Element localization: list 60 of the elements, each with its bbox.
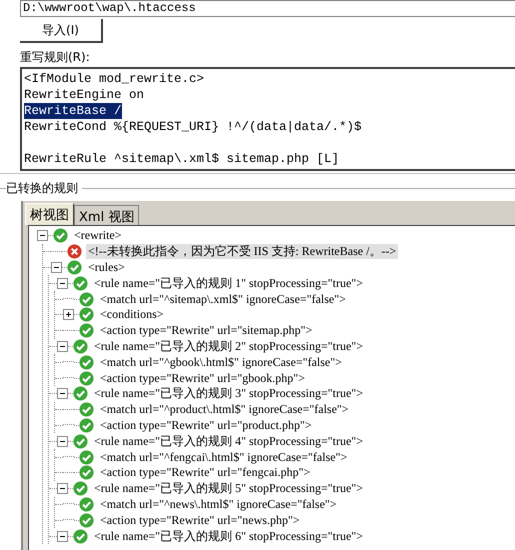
tree-node[interactable]: <match url="^fengcai\.html$" ignoreCase="false">	[98, 450, 350, 465]
tree-node[interactable]: <rule name="已导入的规则 2" stopProcessing="true">	[92, 338, 365, 354]
tree-node[interactable]: <rule name="已导入的规则 5" stopProcessing="true">	[92, 481, 365, 496]
tree-node[interactable]: <action type="Rewrite" url="fengcai.php">	[98, 465, 312, 480]
field-label: 重写规则(R):	[20, 49, 91, 65]
code-line: <IfModule mod_rewrite.c>	[24, 71, 204, 87]
tree-node[interactable]: <rules>	[86, 260, 127, 275]
tree-node[interactable]: <match url="^gbook\.html$" ignoreCase="false">	[98, 354, 344, 370]
collapse-toggle[interactable]	[37, 230, 48, 242]
tree-node[interactable]: <rule name="已导入的规则 3" stopProcessing="true">	[92, 386, 365, 402]
tree-node[interactable]: <conditions>	[98, 307, 166, 322]
tree-node[interactable]: <rule name="已导入的规则 6" stopProcessing="true">	[92, 528, 365, 544]
check-icon	[79, 418, 94, 433]
check-icon	[53, 228, 68, 244]
check-icon	[79, 370, 94, 386]
code-line: RewriteCond %{REQUEST_URI} !^/(data|data/.*)$	[24, 119, 362, 135]
check-icon	[79, 450, 94, 465]
tree-node[interactable]: <!--未转换此指令，因为它不受 IIS 支持: RewriteBase /。-->	[86, 244, 398, 260]
import-button[interactable]: 导入(I)	[20, 19, 103, 43]
collapse-toggle[interactable]	[57, 483, 68, 494]
rules-text-area[interactable]: <IfModule mod_rewrite.c> RewriteEngine on RewriteBase / RewriteCond %{REQUEST_URI} !^/(data|data/.*)$ RewriteRule ^sitemap\.xml$ sitemap.php [L]	[20, 67, 515, 171]
tab[interactable]: 树视图	[25, 203, 74, 225]
collapse-toggle[interactable]	[57, 388, 68, 400]
check-icon	[67, 260, 82, 275]
tree-node[interactable]: <action type="Rewrite" url="sitemap.php">	[98, 323, 314, 338]
check-icon	[73, 481, 88, 496]
check-icon	[79, 354, 94, 370]
expand-toggle[interactable]	[63, 309, 74, 320]
code-line: RewriteRule ^sitemap\.xml$ sitemap.php [L]	[24, 151, 340, 167]
error-icon	[67, 244, 82, 260]
check-icon	[79, 402, 94, 418]
tree-node[interactable]: <action type="Rewrite" url="gbook.php">	[98, 370, 307, 386]
check-icon	[79, 512, 94, 528]
check-icon	[73, 528, 88, 544]
tree-node[interactable]: <rewrite>	[72, 228, 124, 244]
tree-node[interactable]: <match url="^news\.html$" ignoreCase="false">	[98, 496, 339, 512]
collapse-toggle[interactable]	[57, 436, 68, 447]
check-icon	[79, 307, 94, 322]
check-icon	[73, 434, 88, 449]
tree-node[interactable]: <action type="Rewrite" url="product.php">	[98, 418, 314, 433]
group-title: 已转换的规则	[6, 180, 78, 197]
code-line: RewriteEngine on	[24, 87, 144, 103]
collapse-toggle[interactable]	[57, 340, 68, 352]
check-icon	[73, 386, 88, 402]
check-icon	[79, 465, 94, 480]
tree-node[interactable]: <match url="^sitemap\.xml$" ignoreCase="false">	[98, 292, 348, 307]
tab[interactable]: Xml 视图	[74, 205, 140, 225]
check-icon	[79, 292, 94, 307]
tree-node[interactable]: <action type="Rewrite" url="news.php">	[98, 512, 302, 528]
check-icon	[73, 276, 88, 291]
check-icon	[73, 338, 88, 354]
collapse-toggle[interactable]	[51, 262, 62, 273]
collapse-toggle[interactable]	[57, 530, 68, 542]
tree-node[interactable]: <rule name="已导入的规则 4" stopProcessing="true">	[92, 434, 365, 449]
tree-node[interactable]: <match url="^product\.html$" ignoreCase="false">	[98, 402, 351, 418]
path-field[interactable]: D:\wwwroot\wap\.htaccess	[20, 0, 515, 17]
tree-node[interactable]: <rule name="已导入的规则 1" stopProcessing="true">	[92, 276, 365, 291]
collapse-toggle[interactable]	[57, 278, 68, 289]
check-icon	[79, 496, 94, 512]
check-icon	[79, 323, 94, 338]
